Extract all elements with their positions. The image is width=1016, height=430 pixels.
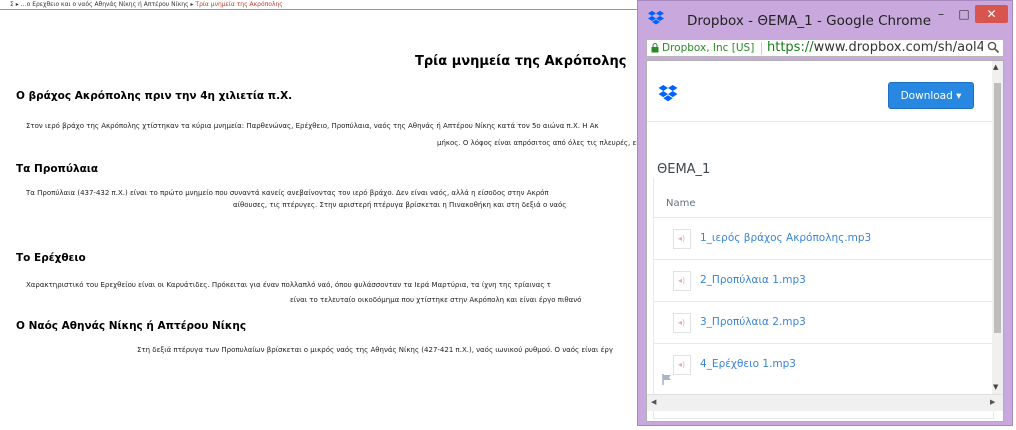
section-text-line: αίθουσες, τις πτέρυγες. Στην αριστερή πτ… <box>233 201 567 209</box>
download-button[interactable]: Download ▾ <box>888 82 974 109</box>
dropbox-content: Download ▾ ΘΕΜΑ_1 Name ◂) 1_ιερός βράχος… <box>646 60 1004 422</box>
scroll-right-arrow[interactable]: ▶ <box>990 398 995 406</box>
audio-file-icon: ◂) <box>673 355 691 375</box>
dropbox-header: Download ▾ <box>647 61 992 122</box>
section-text-line: Χαρακτηριστικό του Ερεχθείου είναι οι Κα… <box>26 281 551 289</box>
maximize-button[interactable]: □ <box>956 5 972 23</box>
dropbox-icon <box>648 10 664 25</box>
address-bar[interactable]: Dropbox, Inc [US] https://www.dropbox.co… <box>646 39 1004 57</box>
section-text-line: είναι το τελευταίο οικοδόμημα που χτίστη… <box>290 296 582 304</box>
file-row[interactable]: ◂) 1_ιερός βράχος Ακρόπολης.mp3 <box>653 217 992 260</box>
file-name[interactable]: 2_Προπύλαια 1.mp3 <box>700 274 806 286</box>
flag-icon[interactable] <box>662 374 672 385</box>
url-text[interactable]: https://www.dropbox.com/sh/aol4lec <box>767 40 983 55</box>
window-titlebar[interactable]: Dropbox - ΘΕΜΑ_1 - Google Chrome – □ ✕ <box>638 1 1012 39</box>
scroll-left-arrow[interactable]: ◀ <box>651 398 656 406</box>
section-text-line: Στον ιερό βράχο της Ακρόπολης χτίστηκαν … <box>26 122 599 130</box>
page-title: Τρία μνημεία της Ακρόπολης <box>415 54 627 69</box>
file-name[interactable]: 4_Ερέχθειο 1.mp3 <box>700 358 796 370</box>
window-title: Dropbox - ΘΕΜΑ_1 - Google Chrome <box>687 13 932 29</box>
scroll-down-arrow[interactable]: ▼ <box>993 383 998 391</box>
audio-file-icon: ◂) <box>673 229 691 249</box>
breadcrumb: Σ ▸ …ο Ερεχθειο και ο ναός Αθηνάς Νίκης … <box>10 1 283 8</box>
scroll-up-arrow[interactable]: ▲ <box>993 63 998 71</box>
section-heading-rock: Ο βράχος Ακρόπολης πριν την 4η χιλιετία … <box>16 90 293 102</box>
dropbox-logo-icon[interactable] <box>658 85 678 102</box>
vertical-scroll-thumb[interactable] <box>994 83 1001 333</box>
minimize-button[interactable]: – <box>933 5 949 23</box>
zoom-icon[interactable] <box>987 41 1000 54</box>
file-row[interactable]: ◂) 4_Ερέχθειο 1.mp3 <box>653 343 992 386</box>
url-scheme: https:// <box>767 40 814 55</box>
address-separator <box>761 42 762 55</box>
section-heading-erechtheion: Το Ερέχθειο <box>16 252 86 264</box>
vertical-scrollbar[interactable]: ▲ ▼ <box>992 61 1003 394</box>
audio-file-icon: ◂) <box>673 271 691 291</box>
file-name[interactable]: 1_ιερός βράχος Ακρόπολης.mp3 <box>700 232 871 244</box>
section-heading-athena-nike: Ο Ναός Αθηνάς Νίκης ή Απτέρου Νίκης <box>16 320 247 332</box>
file-name[interactable]: 3_Προπύλαια 2.mp3 <box>700 316 806 328</box>
breadcrumb-current: Τρία μνημεία της Ακρόπολης <box>195 1 283 8</box>
lock-icon <box>651 43 659 53</box>
close-button[interactable]: ✕ <box>975 5 1008 23</box>
breadcrumb-path[interactable]: Σ ▸ …ο Ερεχθειο και ο ναός Αθηνάς Νίκης … <box>10 1 193 8</box>
file-row[interactable]: ◂) 3_Προπύλαια 2.mp3 <box>653 301 992 344</box>
section-text-line: Στη δεξιά πτέρυγα των Προπυλαίων βρίσκετ… <box>137 346 614 354</box>
section-heading-propylaea: Τα Προπύλαια <box>16 163 99 175</box>
folder-title: ΘΕΜΑ_1 <box>657 162 711 177</box>
name-column-header[interactable]: Name <box>666 198 696 209</box>
audio-file-icon: ◂) <box>673 313 691 333</box>
section-text-line: Τα Προπύλαια (437-432 π.Χ.) είναι το πρώ… <box>26 189 549 197</box>
chrome-popup-window: Dropbox - ΘΕΜΑ_1 - Google Chrome – □ ✕ D… <box>637 0 1013 426</box>
ev-certificate-label[interactable]: Dropbox, Inc [US] <box>662 42 754 54</box>
top-divider <box>0 9 640 10</box>
url-rest: www.dropbox.com/sh/aol4lec <box>813 40 983 55</box>
file-row[interactable]: ◂) 2_Προπύλαια 1.mp3 <box>653 259 992 302</box>
horizontal-scrollbar[interactable]: ◀ ▶ <box>647 394 1003 411</box>
